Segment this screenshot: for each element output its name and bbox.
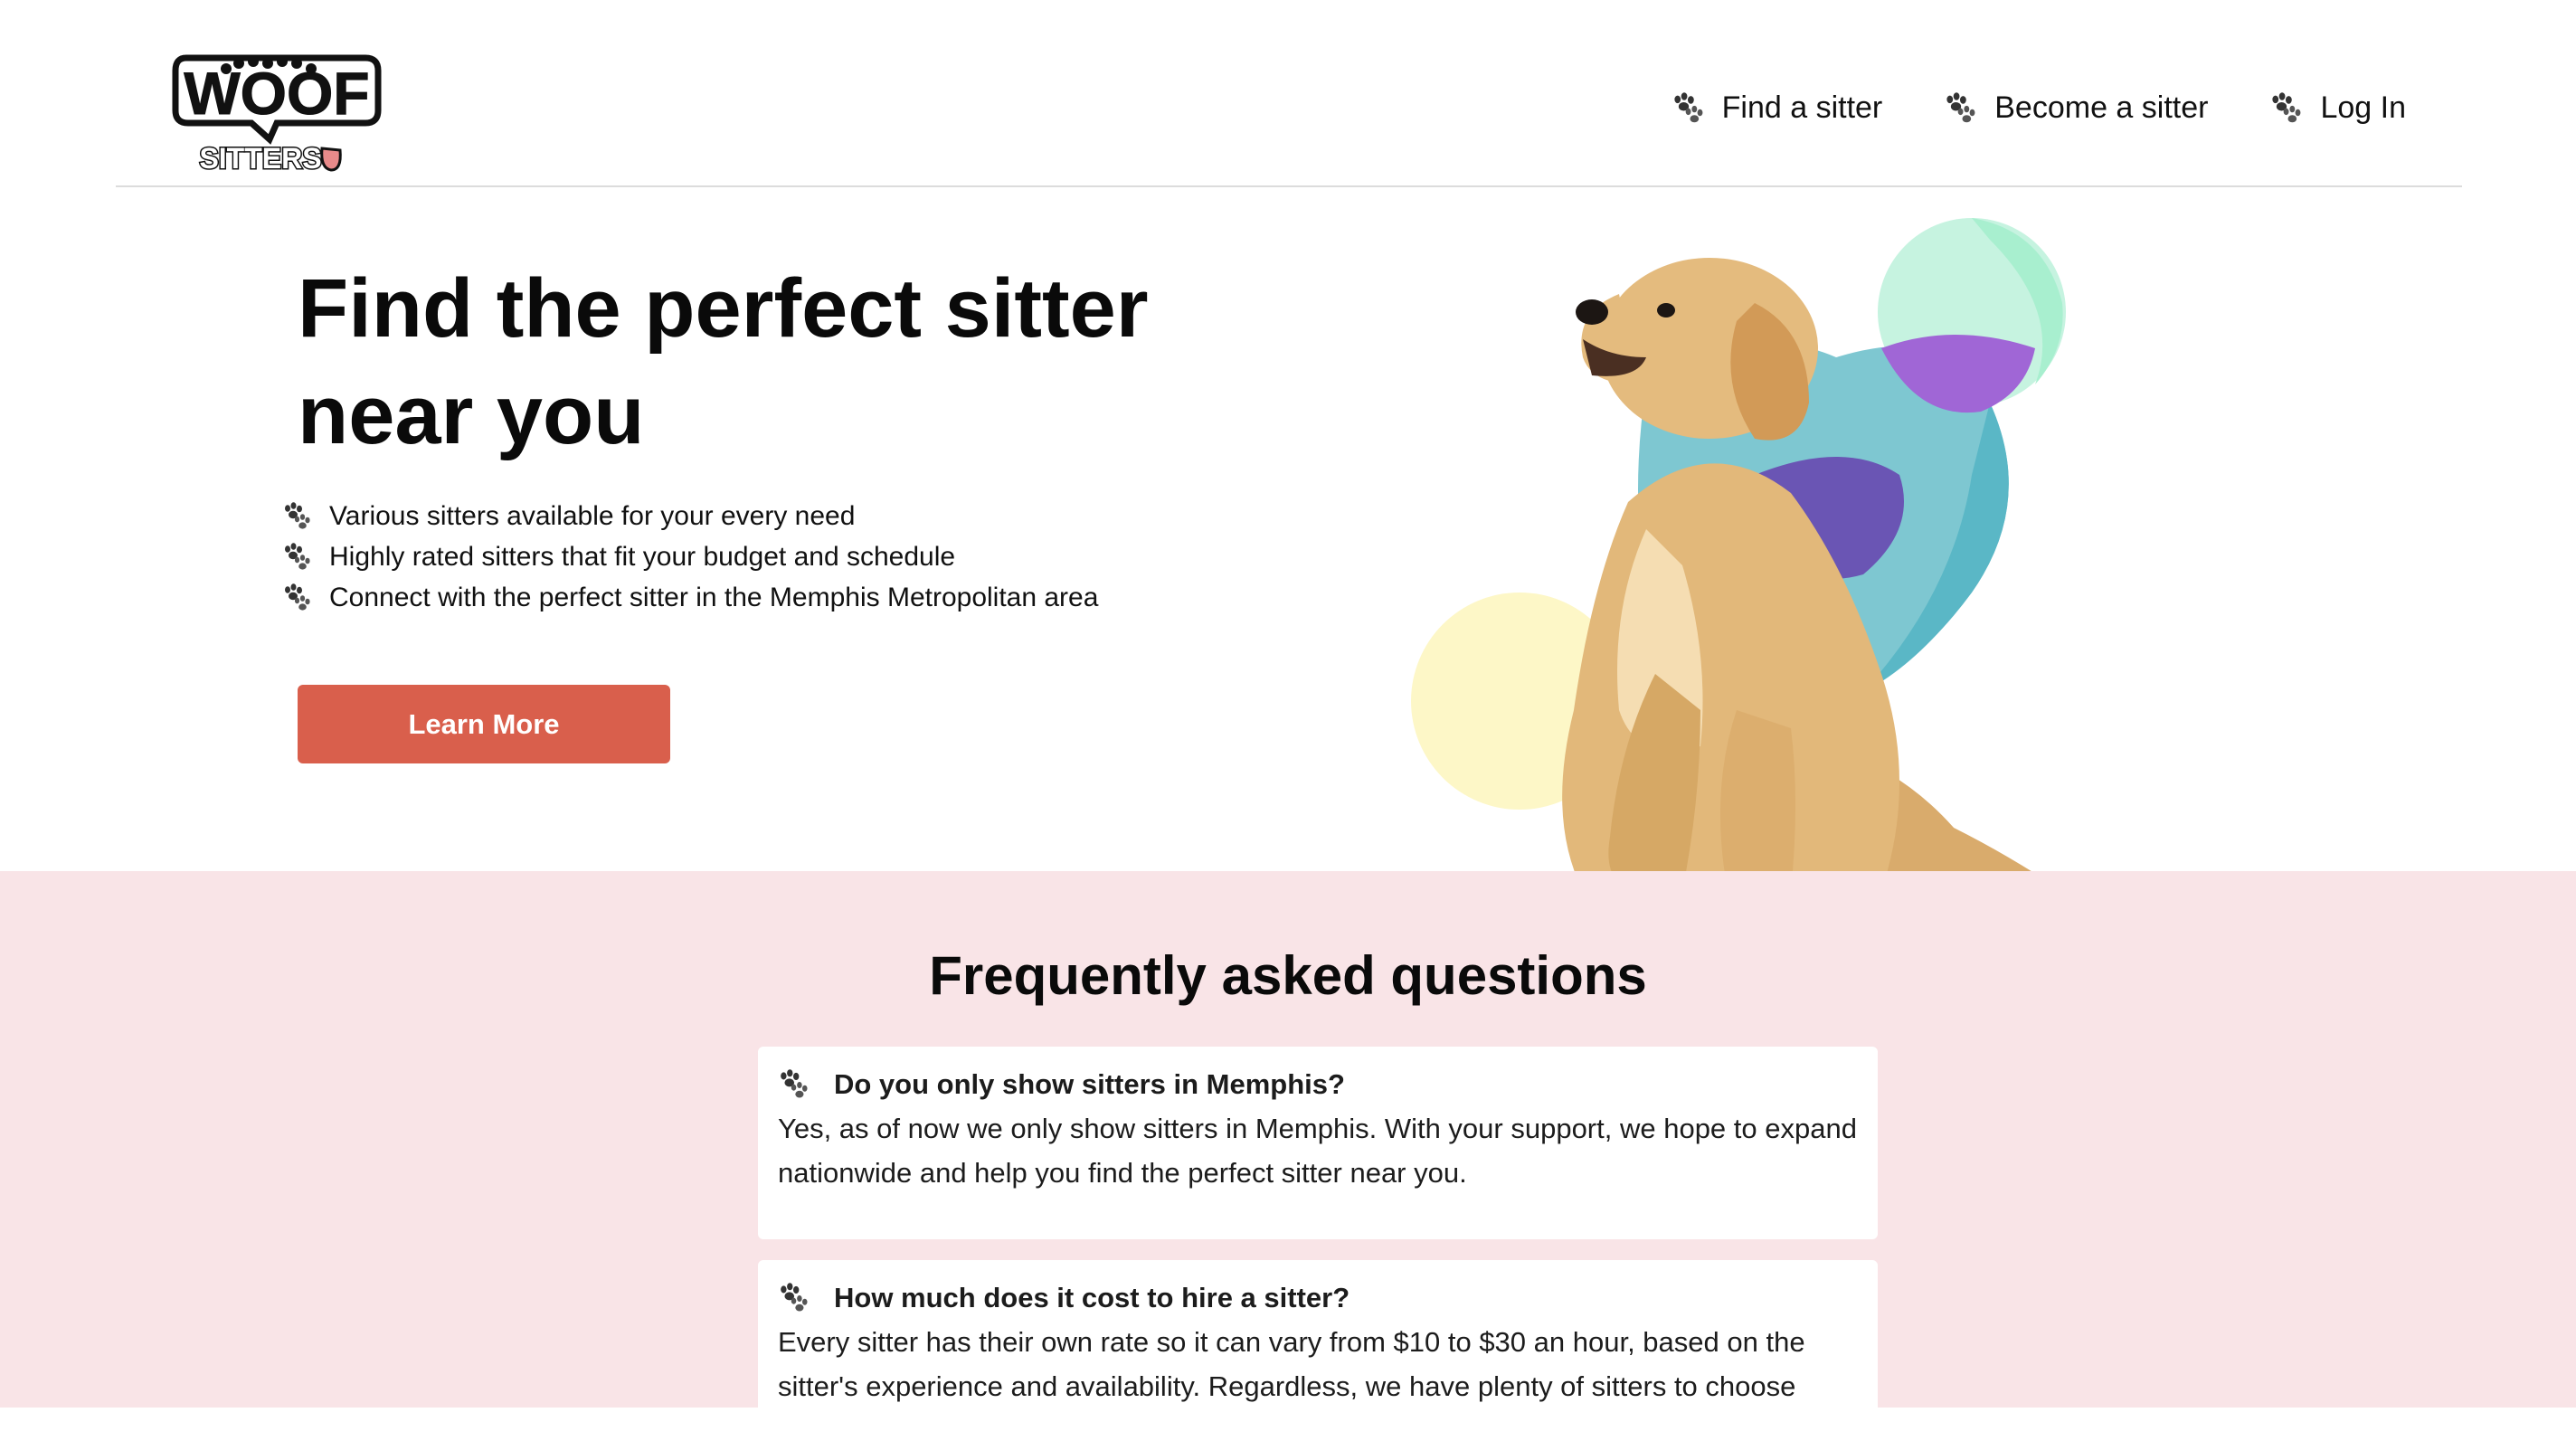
paw-icon: [1672, 92, 1704, 125]
faq-title: Frequently asked questions: [929, 945, 1647, 1006]
hero-title: Find the perfect sitter near you: [298, 262, 1149, 461]
paw-icon: [1944, 92, 1976, 125]
nav-find-a-sitter[interactable]: Find a sitter: [1672, 90, 1883, 126]
paw-icon: [2269, 92, 2302, 125]
main-nav: Find a sitter Become a sitter Log In: [1610, 90, 2406, 126]
logo-wordmark: WOOF: [184, 60, 369, 127]
faq-section: Frequently asked questions Do you only s…: [0, 871, 2576, 1441]
faq-item: How much does it cost to hire a sitter? …: [758, 1260, 1878, 1441]
tongue-icon: [320, 147, 342, 172]
woof-sitters-logo[interactable]: WOOF SITTERS: [170, 49, 384, 176]
logo-subtext: SITTERS: [199, 142, 321, 175]
faq-answer: Every sitter has their own rate so it ca…: [778, 1326, 1805, 1402]
faq-question: Do you only show sitters in Memphis?: [834, 1068, 1345, 1100]
feature-text: Connect with the perfect sitter in the M…: [329, 582, 1099, 612]
feature-text: Highly rated sitters that fit your budge…: [329, 541, 956, 572]
feature-item: Various sitters available for your every…: [282, 496, 1098, 536]
nav-label: Find a sitter: [1721, 90, 1883, 125]
feature-item: Connect with the perfect sitter in the M…: [282, 577, 1098, 618]
nav-label: Become a sitter: [1994, 90, 2209, 125]
paw-icon: [778, 1069, 809, 1100]
paw-icon: [282, 543, 311, 572]
paw-icon: [282, 583, 311, 612]
paw-icon: [778, 1283, 809, 1313]
nav-log-in[interactable]: Log In: [2269, 90, 2406, 126]
feature-item: Highly rated sitters that fit your budge…: [282, 536, 1098, 577]
hero-illustration: [1411, 204, 2207, 909]
header-divider: [116, 185, 2462, 187]
feature-text: Various sitters available for your every…: [329, 500, 856, 531]
faq-question: How much does it cost to hire a sitter?: [834, 1282, 1350, 1313]
paw-icon: [282, 502, 311, 531]
nav-become-a-sitter[interactable]: Become a sitter: [1944, 90, 2208, 126]
feature-list: Various sitters available for your every…: [282, 496, 1098, 618]
faq-item: Do you only show sitters in Memphis? Yes…: [758, 1047, 1878, 1239]
faq-answer: Yes, as of now we only show sitters in M…: [778, 1113, 1857, 1189]
learn-more-button[interactable]: Learn More: [298, 685, 670, 763]
nav-label: Log In: [2320, 90, 2406, 125]
